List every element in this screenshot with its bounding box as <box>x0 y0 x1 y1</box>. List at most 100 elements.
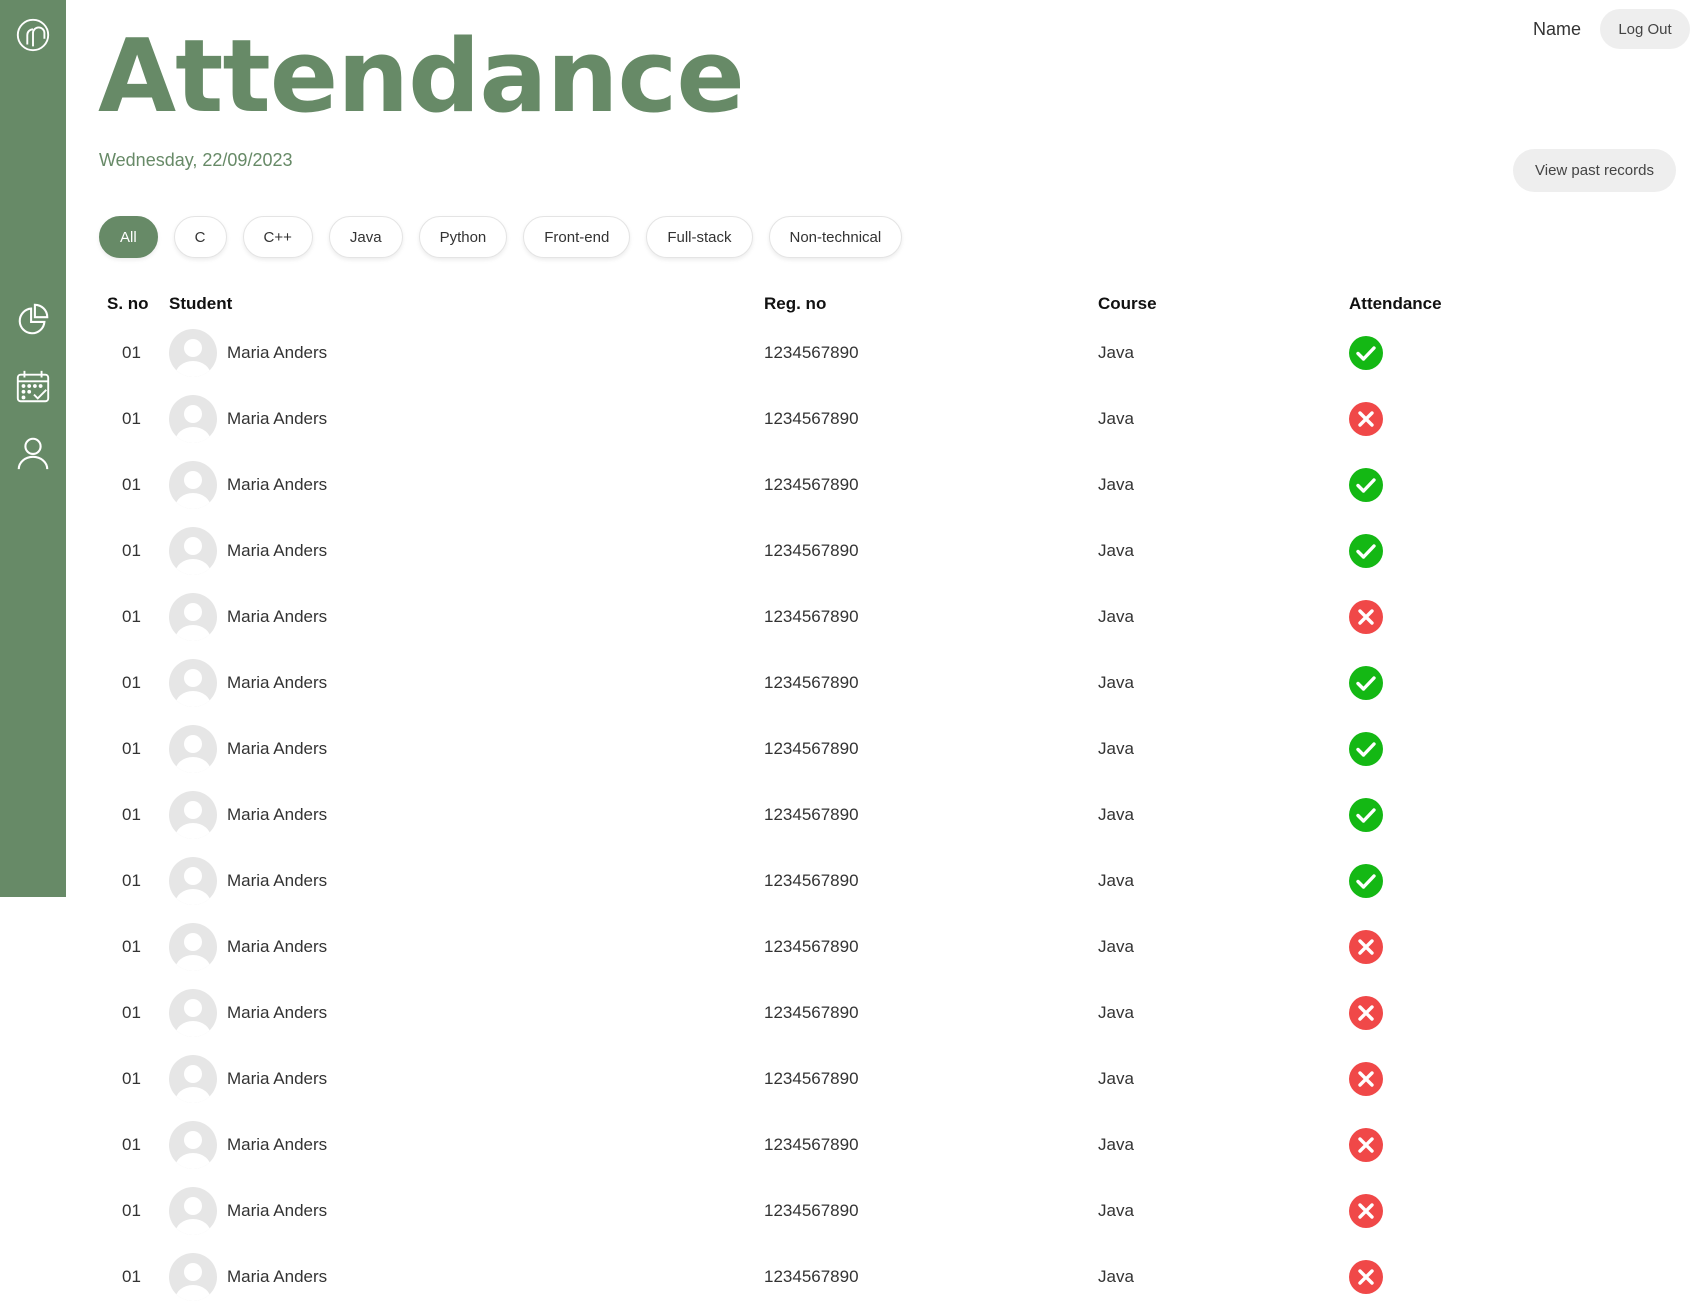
sidebar <box>0 0 66 897</box>
avatar <box>169 1187 217 1235</box>
present-check-icon[interactable] <box>1349 518 1383 584</box>
student-name: Maria Anders <box>227 541 328 560</box>
absent-cross-icon[interactable] <box>1349 584 1383 650</box>
course-filter-bar: All C C++ Java Python Front-end Full-sta… <box>99 216 903 258</box>
filter-chip-all[interactable]: All <box>99 216 158 258</box>
avatar <box>169 395 217 443</box>
avatar <box>169 659 217 707</box>
row-reg-no: 1234567890 <box>764 805 859 824</box>
student-name: Maria Anders <box>227 409 328 428</box>
table-row[interactable]: 01 Maria Anders 1234567890 Java <box>99 914 1499 980</box>
table-row[interactable]: 01 Maria Anders 1234567890 Java <box>99 782 1499 848</box>
column-header-student: Student <box>169 294 233 313</box>
row-course: Java <box>1098 1267 1134 1286</box>
avatar <box>169 923 217 971</box>
table-row[interactable]: 01 Maria Anders 1234567890 Java <box>99 848 1499 914</box>
absent-cross-icon[interactable] <box>1349 1244 1383 1310</box>
row-student: Maria Anders <box>169 518 327 584</box>
row-sno: 01 <box>122 475 141 494</box>
calendar-check-icon[interactable] <box>13 367 53 407</box>
row-course: Java <box>1098 475 1134 494</box>
row-reg-no: 1234567890 <box>764 409 859 428</box>
absent-cross-icon[interactable] <box>1349 1178 1383 1244</box>
present-check-icon[interactable] <box>1349 848 1383 914</box>
avatar <box>169 593 217 641</box>
logout-button[interactable]: Log Out <box>1600 9 1690 49</box>
row-sno: 01 <box>122 1201 141 1220</box>
row-sno: 01 <box>122 871 141 890</box>
table-row[interactable]: 01 Maria Anders 1234567890 Java <box>99 386 1499 452</box>
row-reg-no: 1234567890 <box>764 937 859 956</box>
table-row[interactable]: 01 Maria Anders 1234567890 Java <box>99 980 1499 1046</box>
row-reg-no: 1234567890 <box>764 739 859 758</box>
table-header: S. no Student Reg. no Course Attendance <box>99 286 1499 320</box>
absent-cross-icon[interactable] <box>1349 386 1383 452</box>
student-name: Maria Anders <box>227 673 328 692</box>
absent-cross-icon[interactable] <box>1349 1046 1383 1112</box>
present-check-icon[interactable] <box>1349 782 1383 848</box>
user-icon[interactable] <box>13 433 53 473</box>
filter-chip-python[interactable]: Python <box>418 216 508 258</box>
row-course: Java <box>1098 541 1134 560</box>
table-row[interactable]: 01 Maria Anders 1234567890 Java <box>99 716 1499 782</box>
row-course: Java <box>1098 343 1134 362</box>
table-row[interactable]: 01 Maria Anders 1234567890 Java <box>99 452 1499 518</box>
present-check-icon[interactable] <box>1349 320 1383 386</box>
table-row[interactable]: 01 Maria Anders 1234567890 Java <box>99 1046 1499 1112</box>
logo-icon[interactable] <box>13 15 53 55</box>
page-date: Wednesday, 22/09/2023 <box>99 150 293 170</box>
view-past-records-button[interactable]: View past records <box>1513 149 1676 192</box>
row-reg-no: 1234567890 <box>764 1267 859 1286</box>
absent-cross-icon[interactable] <box>1349 980 1383 1046</box>
table-row[interactable]: 01 Maria Anders 1234567890 Java <box>99 650 1499 716</box>
user-name[interactable]: Name <box>1533 19 1581 40</box>
row-sno: 01 <box>122 805 141 824</box>
filter-chip-non-technical[interactable]: Non-technical <box>768 216 903 258</box>
row-sno: 01 <box>122 607 141 626</box>
student-name: Maria Anders <box>227 1003 328 1022</box>
row-course: Java <box>1098 1201 1134 1220</box>
row-student: Maria Anders <box>169 1112 327 1178</box>
avatar <box>169 461 217 509</box>
table-row[interactable]: 01 Maria Anders 1234567890 Java <box>99 1244 1499 1310</box>
avatar <box>169 725 217 773</box>
filter-chip-front-end[interactable]: Front-end <box>523 216 631 258</box>
student-name: Maria Anders <box>227 1069 328 1088</box>
student-name: Maria Anders <box>227 1201 328 1220</box>
avatar <box>169 857 217 905</box>
row-reg-no: 1234567890 <box>764 1069 859 1088</box>
absent-cross-icon[interactable] <box>1349 914 1383 980</box>
row-student: Maria Anders <box>169 848 327 914</box>
row-course: Java <box>1098 805 1134 824</box>
row-course: Java <box>1098 673 1134 692</box>
table-row[interactable]: 01 Maria Anders 1234567890 Java <box>99 320 1499 386</box>
present-check-icon[interactable] <box>1349 716 1383 782</box>
row-student: Maria Anders <box>169 452 327 518</box>
row-sno: 01 <box>122 739 141 758</box>
row-reg-no: 1234567890 <box>764 541 859 560</box>
pie-chart-icon[interactable] <box>13 300 53 340</box>
filter-chip-java[interactable]: Java <box>328 216 403 258</box>
avatar <box>169 1121 217 1169</box>
row-student: Maria Anders <box>169 1244 327 1310</box>
table-row[interactable]: 01 Maria Anders 1234567890 Java <box>99 1112 1499 1178</box>
table-row[interactable]: 01 Maria Anders 1234567890 Java <box>99 584 1499 650</box>
row-reg-no: 1234567890 <box>764 1003 859 1022</box>
table-row[interactable]: 01 Maria Anders 1234567890 Java <box>99 518 1499 584</box>
column-header-attendance: Attendance <box>1349 294 1442 313</box>
avatar <box>169 989 217 1037</box>
present-check-icon[interactable] <box>1349 650 1383 716</box>
student-name: Maria Anders <box>227 871 328 890</box>
student-name: Maria Anders <box>227 1267 328 1286</box>
absent-cross-icon[interactable] <box>1349 1112 1383 1178</box>
avatar <box>169 1253 217 1301</box>
present-check-icon[interactable] <box>1349 452 1383 518</box>
filter-chip-c[interactable]: C <box>173 216 227 258</box>
filter-chip-full-stack[interactable]: Full-stack <box>646 216 753 258</box>
table-body: 01 Maria Anders 1234567890 Java 01 Maria Ande… <box>99 320 1499 1310</box>
table-row[interactable]: 01 Maria Anders 1234567890 Java <box>99 1178 1499 1244</box>
row-sno: 01 <box>122 1135 141 1154</box>
avatar <box>169 791 217 839</box>
filter-chip-cpp[interactable]: C++ <box>242 216 313 258</box>
row-course: Java <box>1098 937 1134 956</box>
